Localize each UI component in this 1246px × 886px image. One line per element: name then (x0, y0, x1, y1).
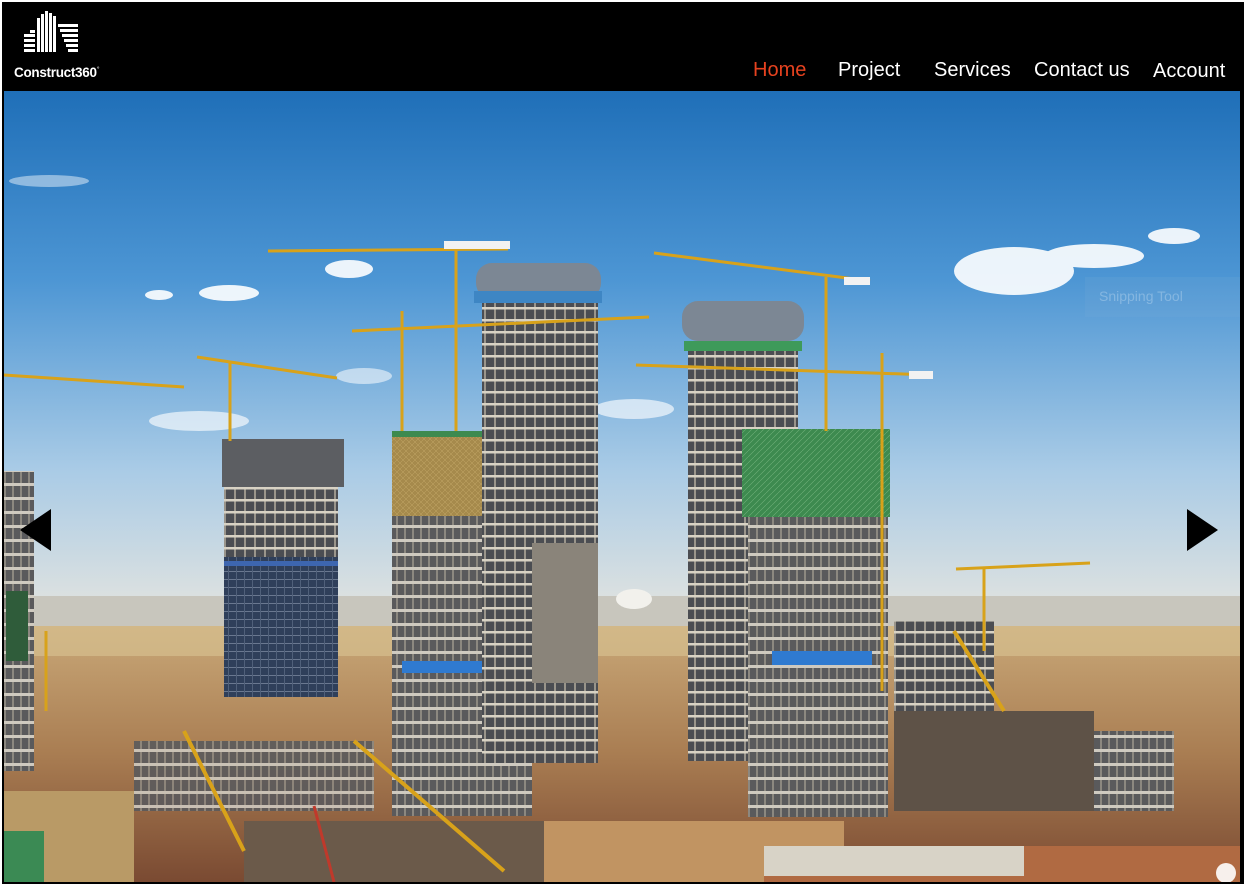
left-triangle-arrow-icon[interactable] (20, 509, 52, 551)
nav-home[interactable]: Home (753, 59, 806, 82)
right-triangle-arrow-icon[interactable] (1187, 509, 1219, 551)
nav-contact-us[interactable]: Contact us (1034, 59, 1130, 82)
hero-construction-image (4, 91, 1240, 882)
nav-services[interactable]: Services (934, 59, 1011, 82)
nav-project[interactable]: Project (838, 59, 900, 82)
navbar: Construct360° Home Project Services Cont… (2, 2, 1244, 91)
main-nav: Home Project Services Contact us Account (2, 59, 1244, 85)
snipping-tool-overlay: Snipping Tool (1085, 277, 1240, 317)
buildings-logo-icon (24, 11, 78, 52)
page-frame: Construct360° Home Project Services Cont… (2, 2, 1244, 884)
hero-image-slider[interactable]: Snipping Tool (4, 91, 1240, 882)
nav-account[interactable]: Account (1153, 60, 1225, 83)
